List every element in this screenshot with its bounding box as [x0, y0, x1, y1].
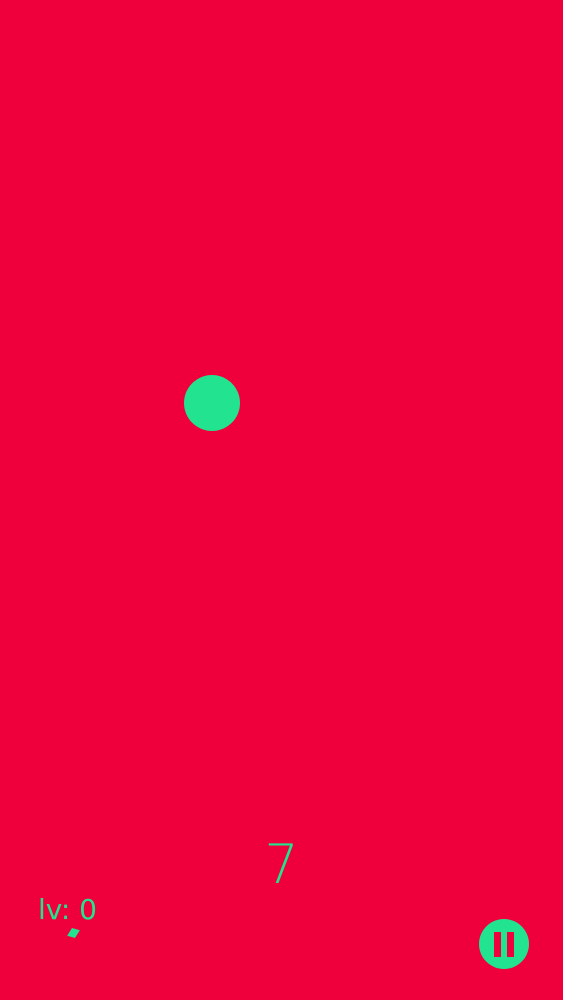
pause-icon-bar-right	[507, 932, 514, 957]
player-ball	[184, 375, 240, 431]
pause-icon-bar-left	[494, 932, 501, 957]
level-marker	[67, 927, 80, 939]
pause-button[interactable]	[479, 919, 529, 969]
score-counter: 7	[264, 833, 299, 896]
level-indicator: lv: 0	[38, 893, 97, 926]
game-canvas[interactable]: 7 lv: 0	[0, 0, 563, 1000]
